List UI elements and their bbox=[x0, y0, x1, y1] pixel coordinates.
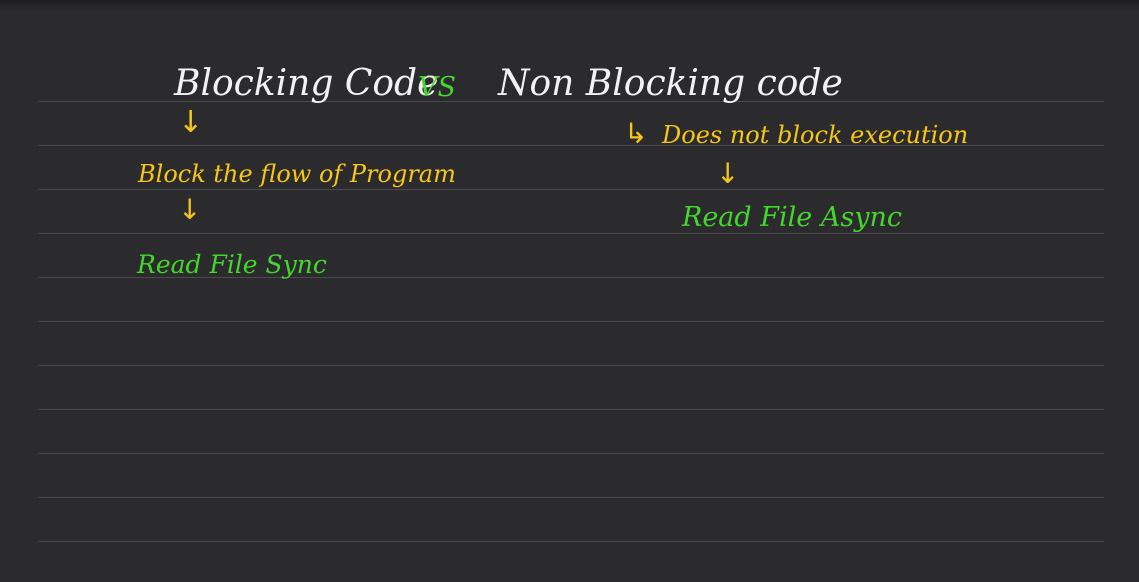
ruled-line bbox=[38, 497, 1104, 498]
heading-non-blocking-code: Non Blocking code bbox=[498, 63, 843, 104]
down-arrow-icon: ↓ bbox=[178, 105, 204, 140]
non-blocking-example: Read File Async bbox=[682, 202, 902, 233]
heading-vs: VS bbox=[418, 72, 456, 103]
down-arrow-icon: ↓ bbox=[178, 193, 202, 226]
ruled-line bbox=[38, 453, 1104, 454]
blocking-description: Block the flow of Program bbox=[138, 160, 456, 188]
whiteboard-canvas: Blocking Code VS Non Blocking code ↓ Blo… bbox=[0, 0, 1139, 582]
ruled-line bbox=[38, 541, 1104, 542]
ruled-line bbox=[38, 409, 1104, 410]
blocking-example: Read File Sync bbox=[137, 250, 327, 279]
ruled-line bbox=[38, 189, 1104, 190]
down-arrow-icon: ↓ bbox=[716, 157, 740, 190]
non-blocking-description: Does not block execution bbox=[662, 121, 969, 149]
heading-blocking-code: Blocking Code bbox=[174, 63, 439, 104]
ruled-line bbox=[38, 321, 1104, 322]
ruled-line bbox=[38, 233, 1104, 234]
ruled-line bbox=[38, 365, 1104, 366]
hook-arrow-icon: ↳ bbox=[624, 117, 648, 150]
window-top-edge bbox=[0, 0, 1139, 10]
